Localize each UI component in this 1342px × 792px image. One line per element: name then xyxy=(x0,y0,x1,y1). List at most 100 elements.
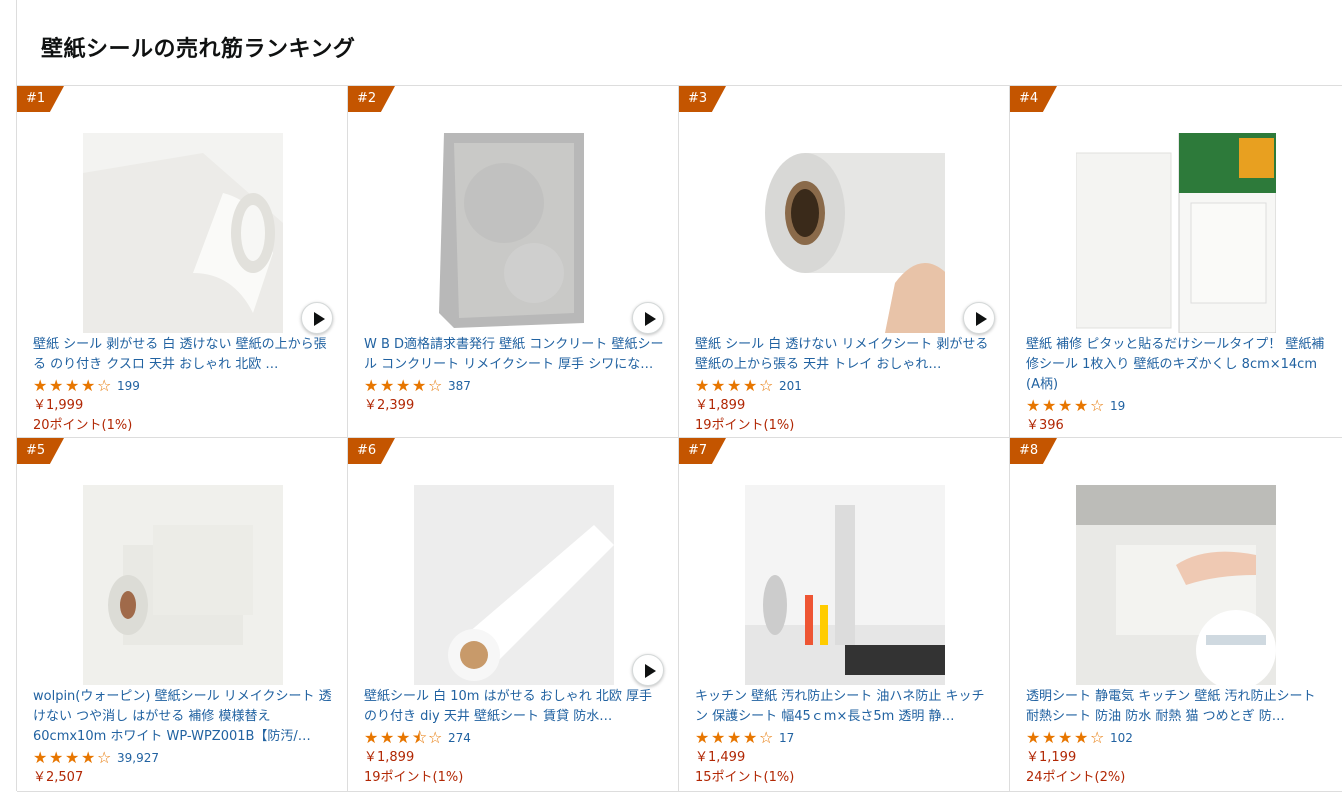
star-empty-icon: ☆ xyxy=(428,376,443,395)
star-full-icon: ★ xyxy=(33,376,48,395)
product-image[interactable] xyxy=(414,133,614,333)
star-full-icon: ★ xyxy=(49,748,64,767)
price: ￥396 xyxy=(1026,418,1064,433)
star-rating: ★ ★ ★ ★ ☆ xyxy=(1026,398,1106,414)
product-image[interactable] xyxy=(83,485,283,685)
star-full-icon: ★ xyxy=(396,376,411,395)
play-video-icon[interactable] xyxy=(963,302,995,334)
review-count[interactable]: 201 xyxy=(779,379,802,393)
product-image[interactable] xyxy=(1076,133,1276,333)
section-title: 壁紙シールの売れ筋ランキング xyxy=(41,37,356,62)
star-full-icon: ★ xyxy=(711,376,726,395)
star-rating: ★ ★ ★ ★ ☆ xyxy=(695,730,775,746)
star-full-icon: ★ xyxy=(380,376,395,395)
star-empty-icon: ☆ xyxy=(1090,728,1105,747)
star-rating: ★ ★ ★ ★ ☆ xyxy=(364,378,444,394)
review-count[interactable]: 39,927 xyxy=(117,751,159,765)
review-count[interactable]: 199 xyxy=(117,379,140,393)
product-card[interactable]: #6 壁紙シール 白 10m はがせる おしゃれ 北欧 厚手 のり付き diy … xyxy=(348,438,679,792)
product-card[interactable]: #2 W B D適格請求書発行 壁紙 コンクリート 壁紙シール コンクリート リ… xyxy=(348,86,679,438)
star-full-icon: ★ xyxy=(743,728,758,747)
rating[interactable]: ★ ★ ★ ★ ☆ 102 xyxy=(1026,728,1133,748)
star-empty-icon: ☆ xyxy=(759,376,774,395)
star-rating: ★ ★ ★ ★ ☆ xyxy=(33,750,113,766)
product-title-link[interactable]: W B D適格請求書発行 壁紙 コンクリート 壁紙シール コンクリート リメイク… xyxy=(364,335,664,375)
rank-badge: #3 xyxy=(679,86,726,112)
star-full-icon: ★ xyxy=(1074,728,1089,747)
points: 19ポイント(1%) xyxy=(695,418,795,433)
play-video-icon[interactable] xyxy=(632,302,664,334)
star-full-icon: ★ xyxy=(65,748,80,767)
review-count[interactable]: 102 xyxy=(1110,731,1133,745)
star-full-icon: ★ xyxy=(727,728,742,747)
product-title-link[interactable]: 壁紙シール 白 10m はがせる おしゃれ 北欧 厚手 のり付き diy 天井 … xyxy=(364,687,664,727)
star-full-icon: ★ xyxy=(49,376,64,395)
star-full-icon: ★ xyxy=(1074,396,1089,415)
product-title-link[interactable]: 透明シート 静電気 キッチン 壁紙 汚れ防止シート 耐熱シート 防油 防水 耐熱… xyxy=(1026,687,1326,727)
star-half-icon: ⯪ xyxy=(412,728,428,747)
product-card[interactable]: #4 壁紙 補修 ピタッと貼るだけシールタイプ！ 壁紙補修シール 1枚入り 壁紙… xyxy=(1010,86,1342,438)
product-image[interactable] xyxy=(745,485,945,685)
rating[interactable]: ★ ★ ★ ★ ☆ 19 xyxy=(1026,396,1125,416)
star-rating: ★ ★ ★ ★ ☆ xyxy=(33,378,113,394)
product-image[interactable] xyxy=(1076,485,1276,685)
star-rating: ★ ★ ★ ★ ☆ xyxy=(695,378,775,394)
review-count[interactable]: 274 xyxy=(448,731,471,745)
review-count[interactable]: 387 xyxy=(448,379,471,393)
rating[interactable]: ★ ★ ★ ★ ☆ 17 xyxy=(695,728,794,748)
product-image[interactable] xyxy=(414,485,614,685)
rating[interactable]: ★ ★ ★ ★ ☆ 39,927 xyxy=(33,748,159,768)
price: ￥1,499 xyxy=(695,750,746,765)
play-video-icon[interactable] xyxy=(301,302,333,334)
rating[interactable]: ★ ★ ★ ★ ☆ 201 xyxy=(695,376,802,396)
product-image[interactable] xyxy=(83,133,283,333)
star-full-icon: ★ xyxy=(81,748,96,767)
price: ￥1,999 xyxy=(33,398,84,413)
product-title-link[interactable]: キッチン 壁紙 汚れ防止シート 油ハネ防止 キッチン 保護シート 幅45ｃm×長… xyxy=(695,687,995,727)
rating[interactable]: ★ ★ ★ ⯪ ☆ 274 xyxy=(364,728,471,748)
star-full-icon: ★ xyxy=(695,376,710,395)
star-rating: ★ ★ ★ ★ ☆ xyxy=(1026,730,1106,746)
review-count[interactable]: 19 xyxy=(1110,399,1125,413)
rank-badge: #7 xyxy=(679,438,726,464)
play-video-icon[interactable] xyxy=(632,654,664,686)
product-title-link[interactable]: 壁紙 シール 剥がせる 白 透けない 壁紙の上から張る のり付き クスロ 天井 … xyxy=(33,335,333,375)
star-empty-icon: ☆ xyxy=(759,728,774,747)
rank-badge: #8 xyxy=(1010,438,1057,464)
star-full-icon: ★ xyxy=(1042,396,1057,415)
rating[interactable]: ★ ★ ★ ★ ☆ 387 xyxy=(364,376,471,396)
product-title-link[interactable]: wolpin(ウォーピン) 壁紙シール リメイクシート 透けない つや消し はが… xyxy=(33,687,333,747)
star-full-icon: ★ xyxy=(1058,396,1073,415)
star-full-icon: ★ xyxy=(1026,396,1041,415)
star-full-icon: ★ xyxy=(412,376,427,395)
rank-badge: #4 xyxy=(1010,86,1057,112)
star-full-icon: ★ xyxy=(695,728,710,747)
product-card[interactable]: #7 キッチン 壁紙 汚れ防止シート 油ハネ防止 キッチン 保護シート 幅45ｃ… xyxy=(679,438,1010,792)
product-card[interactable]: #8 透明シート 静電気 キッチン 壁紙 汚れ防止シート 耐熱シート 防油 防水… xyxy=(1010,438,1342,792)
product-title-link[interactable]: 壁紙 シール 白 透けない リメイクシート 剥がせる 壁紙の上から張る 天井 ト… xyxy=(695,335,995,375)
product-card[interactable]: #1 壁紙 シール 剥がせる 白 透けない 壁紙の上から張る のり付き クスロ … xyxy=(17,86,348,438)
rating[interactable]: ★ ★ ★ ★ ☆ 199 xyxy=(33,376,140,396)
product-image[interactable] xyxy=(745,133,945,333)
points: 24ポイント(2%) xyxy=(1026,770,1126,785)
product-grid: #1 壁紙 シール 剥がせる 白 透けない 壁紙の上から張る のり付き クスロ … xyxy=(17,85,1342,792)
star-full-icon: ★ xyxy=(1042,728,1057,747)
review-count[interactable]: 17 xyxy=(779,731,794,745)
star-full-icon: ★ xyxy=(33,748,48,767)
rank-badge: #5 xyxy=(17,438,64,464)
product-card[interactable]: #5 wolpin(ウォーピン) 壁紙シール リメイクシート 透けない つや消し… xyxy=(17,438,348,792)
star-empty-icon: ☆ xyxy=(1090,396,1105,415)
star-full-icon: ★ xyxy=(65,376,80,395)
star-empty-icon: ☆ xyxy=(428,728,443,747)
ranking-widget: 壁紙シールの売れ筋ランキング #1 壁紙 シール 剥がせる 白 透けない 壁紙の… xyxy=(16,0,1342,792)
star-full-icon: ★ xyxy=(1058,728,1073,747)
price: ￥1,899 xyxy=(364,750,415,765)
rank-badge: #6 xyxy=(348,438,395,464)
star-full-icon: ★ xyxy=(81,376,96,395)
price: ￥1,899 xyxy=(695,398,746,413)
product-title-link[interactable]: 壁紙 補修 ピタッと貼るだけシールタイプ！ 壁紙補修シール 1枚入り 壁紙のキズ… xyxy=(1026,335,1326,395)
product-card[interactable]: #3 壁紙 シール 白 透けない リメイクシート 剥がせる 壁紙の上から張る 天… xyxy=(679,86,1010,438)
star-full-icon: ★ xyxy=(711,728,726,747)
star-full-icon: ★ xyxy=(380,728,395,747)
star-empty-icon: ☆ xyxy=(97,748,112,767)
